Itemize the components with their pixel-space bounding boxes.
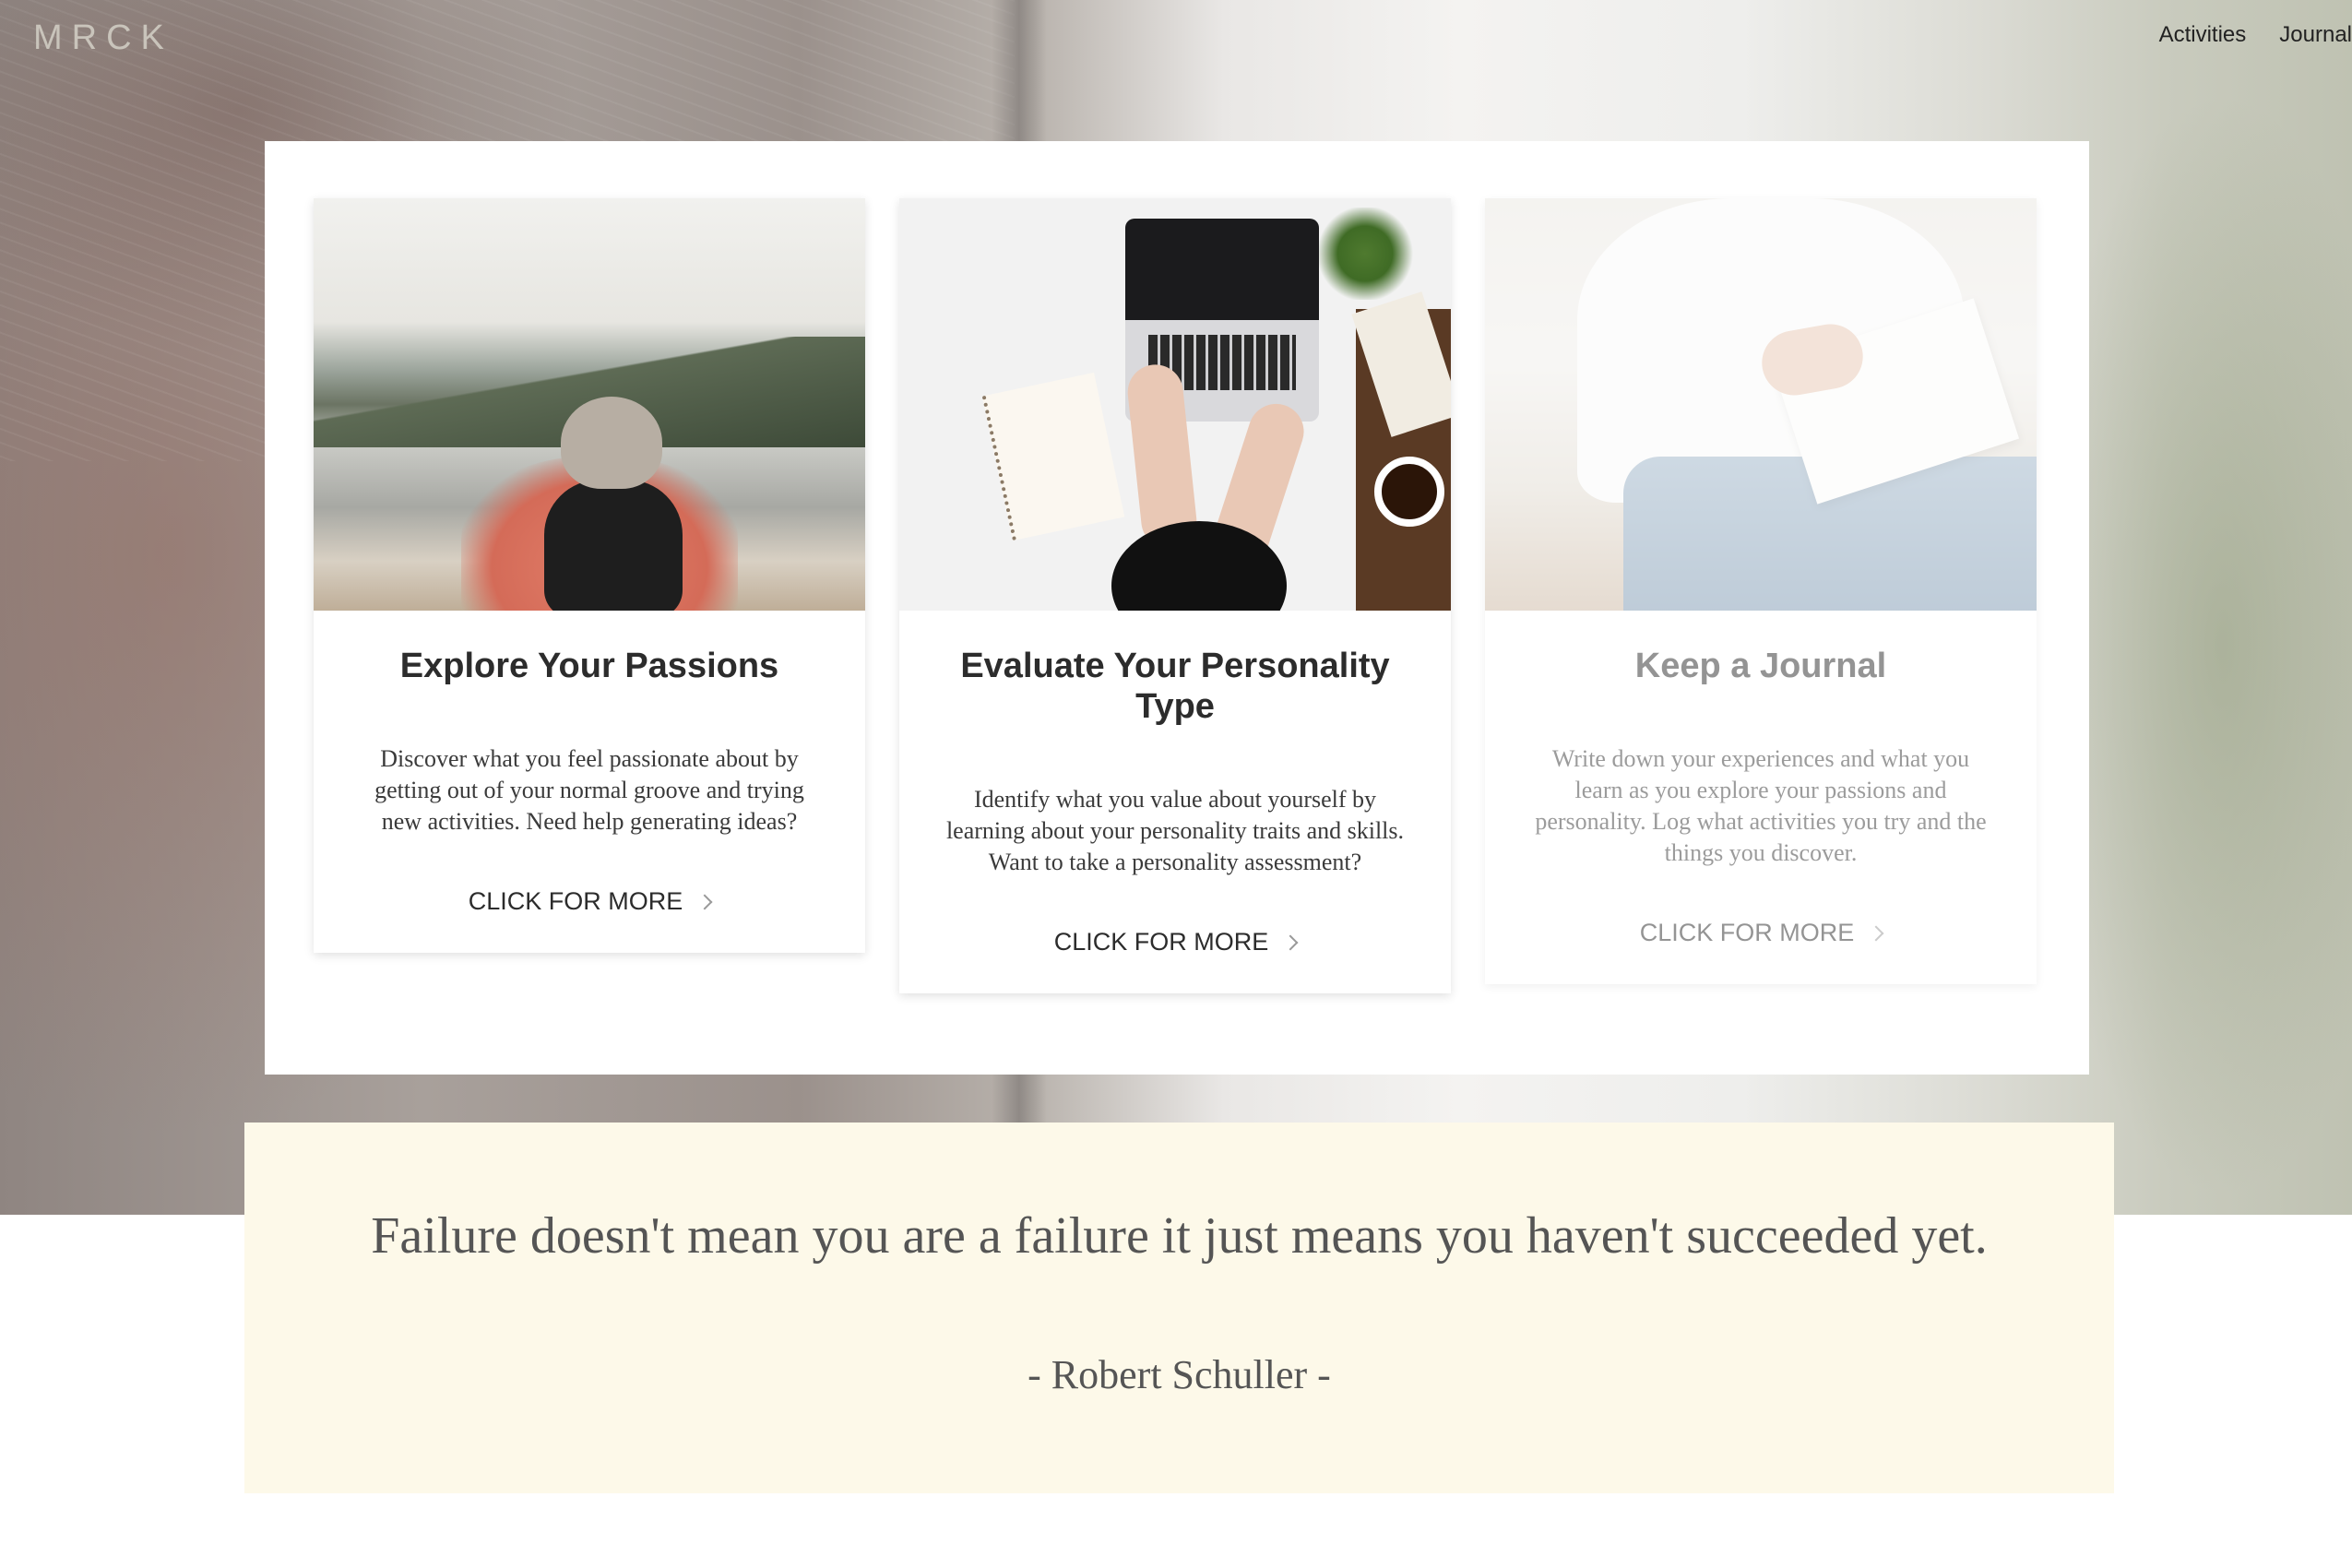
card-explore-passions: Explore Your Passions Discover what you … <box>314 198 865 953</box>
card-title: Explore Your Passions <box>399 647 779 685</box>
chevron-right-icon <box>1282 934 1299 950</box>
top-nav: Activities Journal <box>2159 22 2352 48</box>
card-image-laptop-desk <box>899 198 1451 611</box>
site-logo[interactable]: MRCK <box>33 18 173 58</box>
quote-text: Failure doesn't mean you are a failure i… <box>371 1207 1988 1265</box>
card-title: Evaluate Your Personality Type <box>960 647 1390 726</box>
chevron-right-icon <box>696 894 713 909</box>
chevron-right-icon <box>1868 925 1884 941</box>
quote-section: Failure doesn't mean you are a failure i… <box>244 1123 2114 1493</box>
card-personality-type: Evaluate Your Personality Type Identify … <box>899 198 1451 993</box>
click-for-more-link[interactable]: CLICK FOR MORE <box>899 928 1451 993</box>
click-for-more-link[interactable]: CLICK FOR MORE <box>314 887 865 953</box>
card-description: Identify what you value about yourself b… <box>945 786 1405 875</box>
nav-journal-link[interactable]: Journal <box>2279 22 2352 48</box>
card-title: Keep a Journal <box>1634 647 1887 685</box>
cta-label: CLICK FOR MORE <box>1639 919 1855 946</box>
activities-panel: Explore Your Passions Discover what you … <box>265 141 2089 1075</box>
nav-activities-link[interactable]: Activities <box>2159 22 2247 48</box>
cta-label: CLICK FOR MORE <box>468 887 683 915</box>
card-image-journal <box>1485 198 2037 611</box>
cta-label: CLICK FOR MORE <box>1053 928 1269 956</box>
card-description: Discover what you feel passionate about … <box>374 745 804 835</box>
card-keep-journal: Keep a Journal Write down your experienc… <box>1485 198 2037 984</box>
card-image-hiker <box>314 198 865 611</box>
card-description: Write down your experiences and what you… <box>1535 745 1987 866</box>
click-for-more-link[interactable]: CLICK FOR MORE <box>1485 919 2037 984</box>
quote-author: - Robert Schuller - <box>1028 1352 1331 1397</box>
